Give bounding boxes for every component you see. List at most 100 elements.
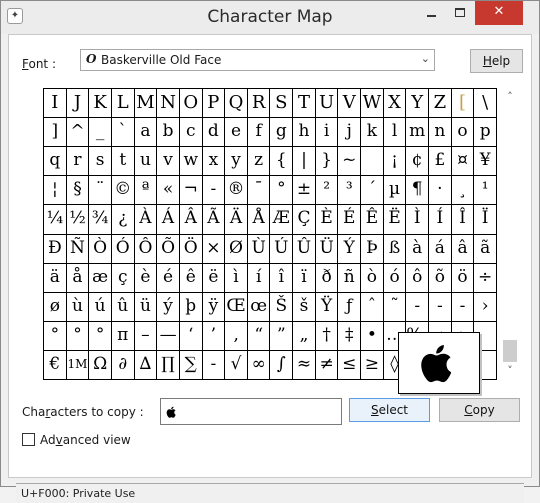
- char-cell[interactable]: î: [270, 263, 294, 293]
- char-cell[interactable]: ]: [44, 118, 67, 148]
- char-cell[interactable]: ú: [89, 292, 112, 322]
- char-cell[interactable]: Î: [451, 205, 475, 235]
- char-cell[interactable]: m: [406, 118, 430, 148]
- char-cell[interactable]: ÷: [474, 263, 497, 293]
- char-cell[interactable]: ¤: [451, 147, 475, 177]
- char-cell[interactable]: Ó: [111, 234, 135, 264]
- char-cell[interactable]: Ã: [202, 205, 226, 235]
- char-cell[interactable]: x: [202, 147, 226, 177]
- char-cell[interactable]: Ò: [89, 234, 112, 264]
- char-cell[interactable]: M: [134, 89, 158, 119]
- char-cell[interactable]: ¬: [179, 176, 203, 206]
- char-cell[interactable]: N: [157, 89, 180, 119]
- char-cell[interactable]: Ö: [179, 234, 203, 264]
- char-cell[interactable]: o: [451, 118, 475, 148]
- char-cell[interactable]: °: [89, 321, 112, 351]
- char-cell[interactable]: k: [361, 118, 384, 148]
- char-cell[interactable]: °: [270, 176, 294, 206]
- char-cell[interactable]: å: [66, 263, 90, 293]
- char-cell[interactable]: ·: [429, 176, 452, 206]
- char-cell[interactable]: Ø: [225, 234, 248, 264]
- char-cell[interactable]: á: [429, 234, 452, 264]
- char-cell[interactable]: ›: [474, 292, 497, 322]
- char-cell[interactable]: ‘: [179, 321, 203, 351]
- char-cell[interactable]: ã: [474, 234, 497, 264]
- copy-button[interactable]: Copy: [439, 398, 520, 422]
- char-cell[interactable]: Ë: [383, 205, 407, 235]
- char-cell[interactable]: J: [66, 89, 90, 119]
- char-cell[interactable]: Þ: [361, 234, 384, 264]
- char-cell[interactable]: °: [44, 321, 67, 351]
- char-cell[interactable]: T: [293, 89, 316, 119]
- char-cell[interactable]: K: [89, 89, 112, 119]
- char-cell[interactable]: e: [225, 118, 248, 148]
- char-cell[interactable]: ƒ: [338, 292, 362, 322]
- char-cell[interactable]: ¥: [474, 147, 497, 177]
- char-cell[interactable]: Í: [429, 205, 452, 235]
- char-cell[interactable]: û: [111, 292, 135, 322]
- char-cell[interactable]: {: [270, 147, 294, 177]
- char-cell[interactable]: -: [429, 292, 452, 322]
- select-button[interactable]: Select: [349, 398, 430, 422]
- char-cell[interactable]: f: [247, 118, 271, 148]
- char-cell[interactable]: ö: [451, 263, 475, 293]
- char-cell[interactable]: ®: [225, 176, 248, 206]
- char-cell[interactable]: ä: [44, 263, 67, 293]
- char-cell[interactable]: i: [315, 118, 339, 148]
- char-cell[interactable]: õ: [429, 263, 452, 293]
- char-cell[interactable]: W: [361, 89, 384, 119]
- char-cell[interactable]: ¶: [406, 176, 430, 206]
- char-cell[interactable]: ì: [225, 263, 248, 293]
- char-cell[interactable]: h: [293, 118, 316, 148]
- grid-scrollbar[interactable]: ˄ ˅: [501, 88, 519, 380]
- char-cell[interactable]: ¡: [383, 147, 407, 177]
- char-cell[interactable]: P: [202, 89, 226, 119]
- char-cell[interactable]: ≤: [338, 350, 362, 380]
- maximize-button[interactable]: [447, 1, 473, 25]
- char-cell[interactable]: Ú: [270, 234, 294, 264]
- char-cell[interactable]: v: [157, 147, 180, 177]
- char-cell[interactable]: O: [179, 89, 203, 119]
- char-cell[interactable]: \: [474, 89, 497, 119]
- char-cell[interactable]: ’: [202, 321, 226, 351]
- char-cell[interactable]: ë: [202, 263, 226, 293]
- char-cell[interactable]: l: [383, 118, 407, 148]
- char-cell[interactable]: s: [89, 147, 112, 177]
- char-cell[interactable]: ≈: [293, 350, 316, 380]
- char-cell[interactable]: “: [247, 321, 271, 351]
- advanced-view-label[interactable]: Advanced view: [40, 433, 131, 447]
- char-cell[interactable]: q: [44, 147, 67, 177]
- char-cell[interactable]: í: [247, 263, 271, 293]
- char-cell[interactable]: j: [338, 118, 362, 148]
- char-cell[interactable]: -: [202, 176, 226, 206]
- char-cell[interactable]: þ: [179, 292, 203, 322]
- char-cell[interactable]: p: [474, 118, 497, 148]
- char-cell[interactable]: U: [315, 89, 339, 119]
- char-cell[interactable]: }: [315, 147, 339, 177]
- char-cell[interactable]: π: [111, 321, 135, 351]
- char-cell[interactable]: u: [134, 147, 158, 177]
- char-cell[interactable]: √: [225, 350, 248, 380]
- char-cell[interactable]: ¸: [451, 176, 475, 206]
- char-cell[interactable]: Û: [293, 234, 316, 264]
- char-cell[interactable]: Â: [179, 205, 203, 235]
- char-cell[interactable]: é: [157, 263, 180, 293]
- char-cell[interactable]: n: [429, 118, 452, 148]
- char-cell[interactable]: µ: [383, 176, 407, 206]
- char-cell[interactable]: ï: [293, 263, 316, 293]
- char-cell[interactable]: [361, 147, 384, 177]
- char-cell[interactable]: §: [66, 176, 90, 206]
- char-cell[interactable]: ½: [66, 205, 90, 235]
- char-cell[interactable]: `: [111, 118, 135, 148]
- char-cell[interactable]: Á: [157, 205, 180, 235]
- char-cell[interactable]: è: [134, 263, 158, 293]
- char-cell[interactable]: c: [179, 118, 203, 148]
- scroll-down-icon[interactable]: ˅: [501, 362, 519, 380]
- char-cell[interactable]: š: [293, 292, 316, 322]
- char-cell[interactable]: ø: [44, 292, 67, 322]
- char-cell[interactable]: [: [451, 89, 475, 119]
- char-cell[interactable]: ¢: [406, 147, 430, 177]
- char-cell[interactable]: ô: [406, 263, 430, 293]
- char-cell[interactable]: Y: [406, 89, 430, 119]
- char-cell[interactable]: ð: [315, 263, 339, 293]
